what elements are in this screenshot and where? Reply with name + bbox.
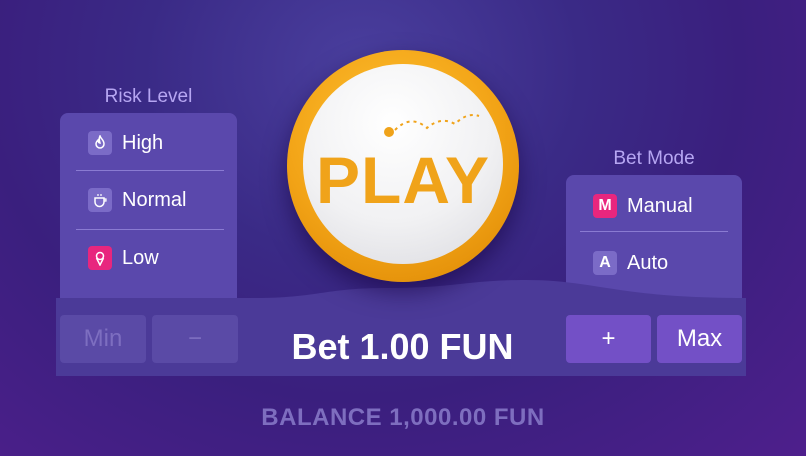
bet-increase-button[interactable]: + — [566, 315, 651, 363]
risk-divider — [76, 170, 224, 171]
play-label: PLAY — [316, 143, 490, 217]
flame-icon — [88, 131, 112, 155]
play-button-face: PLAY — [303, 64, 503, 264]
bet-mode-title: Bet Mode — [613, 148, 695, 169]
mode-option-manual-label: Manual — [627, 194, 693, 217]
bet-decrease-button[interactable]: − — [152, 315, 238, 363]
manual-m-icon: M — [593, 194, 617, 218]
coffee-cup-icon — [88, 188, 112, 212]
bounce-trail-icon — [384, 114, 480, 137]
bet-min-button[interactable]: Min — [60, 315, 146, 363]
risk-option-normal[interactable]: Normal — [88, 188, 186, 212]
game-controls: { "risk": { "title": "Risk Level", "opti… — [0, 0, 806, 456]
bet-max-button[interactable]: Max — [657, 315, 742, 363]
bet-amount: Bet 1.00 FUN — [291, 326, 514, 367]
risk-option-high-label: High — [122, 131, 164, 154]
risk-option-high[interactable]: High — [88, 131, 163, 155]
balance-display: BALANCE 1,000.00 FUN — [261, 404, 545, 431]
mode-divider — [580, 231, 728, 232]
risk-level-title: Risk Level — [104, 86, 193, 107]
risk-divider — [76, 229, 224, 230]
mode-option-manual[interactable]: M Manual — [593, 194, 693, 218]
play-button[interactable]: PLAY — [287, 50, 519, 282]
risk-option-normal-label: Normal — [122, 188, 187, 211]
